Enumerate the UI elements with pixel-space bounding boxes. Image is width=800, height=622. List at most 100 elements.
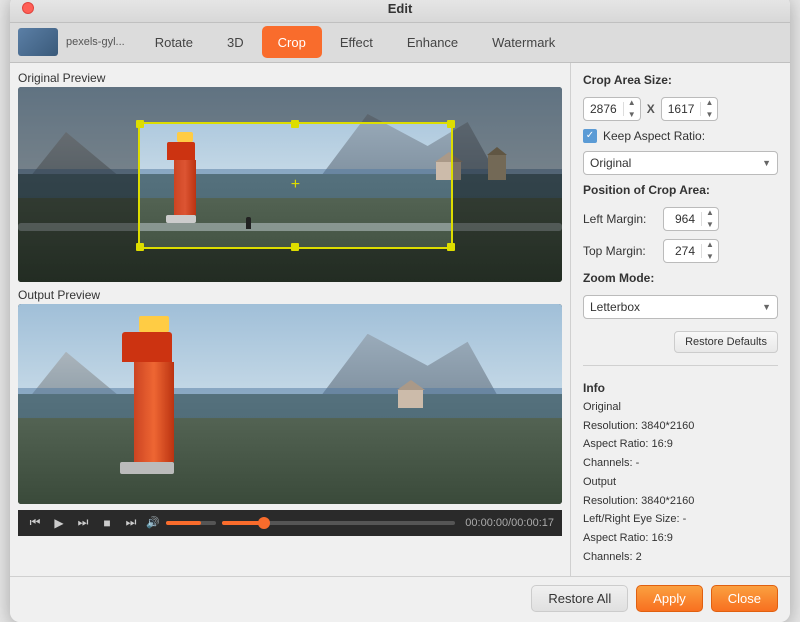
info-title: Info	[583, 378, 778, 398]
volume-track[interactable]	[166, 521, 216, 525]
top-margin-spinbox[interactable]: 274 ▲ ▼	[663, 239, 719, 263]
height-spinbox[interactable]: 1617 ▲ ▼	[661, 97, 719, 121]
top-margin-down[interactable]: ▼	[702, 251, 718, 263]
original-scene: +	[18, 87, 562, 282]
left-margin-down[interactable]: ▼	[702, 219, 718, 231]
right-panel: Crop Area Size: 2876 ▲ ▼ X 1617 ▲ ▼	[570, 63, 790, 577]
main-window: Edit pexels-gyl... Rotate 3D Crop Effect…	[10, 0, 790, 622]
left-panel: Original Preview	[10, 63, 570, 577]
title-bar: Edit	[10, 0, 790, 23]
tab-enhance[interactable]: Enhance	[391, 26, 474, 58]
keep-aspect-label: Keep Aspect Ratio:	[603, 129, 705, 143]
volume-fill	[166, 521, 201, 525]
apply-button[interactable]: Apply	[636, 585, 703, 612]
info-block: Info Original Resolution: 3840*2160 Aspe…	[583, 378, 778, 567]
chevron-down-icon: ▼	[762, 158, 771, 168]
top-margin-label: Top Margin:	[583, 244, 655, 258]
top-margin-row: Top Margin: 274 ▲ ▼	[583, 239, 778, 263]
info-original-channels: Channels: -	[583, 454, 778, 473]
info-original-label: Original	[583, 398, 778, 417]
skip-end-button[interactable]: ⏭	[122, 514, 140, 532]
crop-selection[interactable]: +	[138, 122, 454, 249]
zoom-mode-label: Zoom Mode:	[583, 271, 778, 285]
tab-watermark[interactable]: Watermark	[476, 26, 571, 58]
house-roof-out	[397, 380, 425, 390]
play-button[interactable]: ▶	[50, 514, 68, 532]
file-thumbnail	[18, 28, 58, 56]
lh-light-out	[139, 316, 169, 332]
info-output-resolution: Resolution: 3840*2160	[583, 492, 778, 511]
original-preview-box: +	[18, 87, 562, 282]
divider-1	[583, 365, 778, 366]
window-title: Edit	[388, 1, 413, 16]
time-display: 00:00:00/00:00:17	[465, 517, 554, 529]
height-value: 1617	[662, 102, 702, 116]
skip-back-button[interactable]: ⏮	[26, 514, 44, 532]
house-body-out	[398, 390, 423, 408]
water-out	[18, 388, 562, 418]
output-preview-label: Output Preview	[18, 288, 562, 302]
tab-effect[interactable]: Effect	[324, 26, 389, 58]
info-original-resolution: Resolution: 3840*2160	[583, 417, 778, 436]
info-output-aspect: Aspect Ratio: 16:9	[583, 529, 778, 548]
crop-crosshair: +	[291, 176, 300, 194]
tab-rotate[interactable]: Rotate	[139, 26, 209, 58]
output-preview-box	[18, 304, 562, 504]
width-value: 2876	[584, 102, 624, 116]
crop-handle-br[interactable]	[447, 243, 455, 251]
top-margin-up[interactable]: ▲	[702, 239, 718, 251]
lh-top-out	[122, 332, 172, 362]
left-margin-label: Left Margin:	[583, 212, 655, 226]
crop-handle-bl[interactable]	[136, 243, 144, 251]
left-margin-spinbox[interactable]: 964 ▲ ▼	[663, 207, 719, 231]
bldg-roof	[487, 147, 507, 155]
left-margin-value: 964	[664, 212, 702, 226]
lighthouse-out	[127, 316, 181, 474]
bottom-buttons: Restore All Apply Close	[10, 576, 790, 622]
left-margin-arrows: ▲ ▼	[702, 207, 718, 231]
zoom-mode-select[interactable]: Letterbox ▼	[583, 295, 778, 319]
bldg-body	[488, 155, 506, 180]
x-separator: X	[647, 102, 655, 116]
close-window-button[interactable]	[22, 2, 34, 14]
height-down-arrow[interactable]: ▼	[701, 109, 717, 121]
crop-handle-bm[interactable]	[291, 243, 299, 251]
content-area: Original Preview	[10, 63, 790, 577]
top-margin-arrows: ▲ ▼	[702, 239, 718, 263]
output-preview-section: Output Preview	[18, 288, 562, 504]
width-arrows: ▲ ▼	[624, 97, 640, 121]
width-down-arrow[interactable]: ▼	[624, 109, 640, 121]
top-margin-value: 274	[664, 244, 702, 258]
step-forward-button[interactable]: ⏭	[74, 514, 92, 532]
close-button[interactable]: Close	[711, 585, 778, 612]
height-arrows: ▲ ▼	[701, 97, 717, 121]
keep-aspect-checkbox[interactable]: ✓	[583, 129, 597, 143]
restore-all-button[interactable]: Restore All	[531, 585, 628, 612]
left-margin-up[interactable]: ▲	[702, 207, 718, 219]
progress-track[interactable]	[222, 521, 456, 525]
width-up-arrow[interactable]: ▲	[624, 97, 640, 109]
tabs-bar: pexels-gyl... Rotate 3D Crop Effect Enha…	[10, 23, 790, 63]
tab-crop[interactable]: Crop	[262, 26, 322, 58]
file-label: pexels-gyl...	[66, 36, 125, 48]
tab-3d[interactable]: 3D	[211, 26, 260, 58]
crop-handle-tl[interactable]	[136, 120, 144, 128]
crop-handle-tm[interactable]	[291, 120, 299, 128]
info-original-aspect: Aspect Ratio: 16:9	[583, 435, 778, 454]
width-spinbox[interactable]: 2876 ▲ ▼	[583, 97, 641, 121]
volume-icon: 🔊	[146, 516, 160, 529]
playback-bar: ⏮ ▶ ⏭ ■ ⏭ 🔊 00:00:00/00:00:17	[18, 510, 562, 536]
aspect-ratio-select[interactable]: Original ▼	[583, 151, 778, 175]
crop-area-size-label: Crop Area Size:	[583, 73, 778, 87]
aspect-ratio-row: ✓ Keep Aspect Ratio:	[583, 129, 778, 143]
zoom-mode-value: Letterbox	[590, 300, 640, 314]
original-preview-label: Original Preview	[18, 71, 562, 85]
progress-thumb[interactable]	[258, 517, 270, 529]
crop-handle-tr[interactable]	[447, 120, 455, 128]
restore-defaults-button[interactable]: Restore Defaults	[674, 331, 778, 353]
building-orig	[488, 147, 508, 180]
height-up-arrow[interactable]: ▲	[701, 97, 717, 109]
info-output-eye-size: Left/Right Eye Size: -	[583, 510, 778, 529]
stop-button[interactable]: ■	[98, 514, 116, 532]
aspect-ratio-value: Original	[590, 156, 631, 170]
